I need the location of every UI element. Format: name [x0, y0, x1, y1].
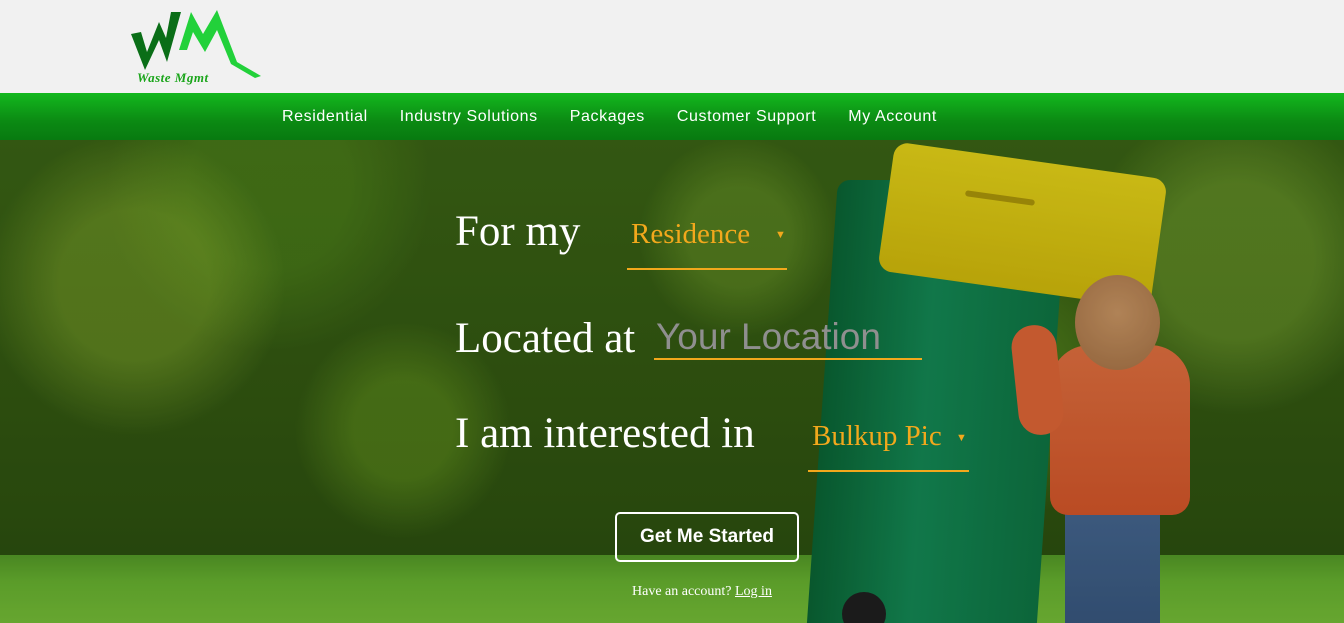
header: Waste Mgmt	[0, 0, 1344, 93]
located-at-label: Located at	[455, 315, 636, 362]
nav-item-my-account[interactable]: My Account	[832, 108, 953, 126]
interested-in-label: I am interested in	[455, 410, 755, 457]
logo-text: Waste Mgmt	[137, 70, 209, 85]
login-prompt-text: Have an account?	[632, 584, 732, 599]
nav-items: Residential Industry Solutions Packages …	[266, 93, 953, 140]
logo[interactable]: Waste Mgmt	[129, 4, 269, 90]
main-nav: Residential Industry Solutions Packages …	[0, 93, 1344, 140]
login-prompt: Have an account? Log in	[632, 584, 772, 600]
chevron-down-icon: ▼	[775, 229, 786, 241]
nav-item-customer-support[interactable]: Customer Support	[661, 108, 832, 126]
hero-section: For my Residence ▼ Located at I am inter…	[0, 140, 1344, 623]
location-input[interactable]	[654, 315, 922, 360]
nav-item-industry-solutions[interactable]: Industry Solutions	[384, 108, 554, 126]
property-type-select[interactable]: Residence ▼	[627, 218, 787, 270]
login-link[interactable]: Log in	[735, 584, 772, 599]
service-type-select[interactable]: Bulkup Pic ▼	[808, 420, 969, 472]
nav-item-residential[interactable]: Residential	[266, 108, 384, 126]
nav-item-packages[interactable]: Packages	[554, 108, 661, 126]
get-started-button[interactable]: Get Me Started	[615, 512, 799, 562]
service-type-value: Bulkup Pic	[812, 420, 942, 452]
property-type-value: Residence	[631, 218, 751, 250]
for-my-label: For my	[455, 208, 581, 255]
chevron-down-icon: ▼	[956, 432, 967, 444]
